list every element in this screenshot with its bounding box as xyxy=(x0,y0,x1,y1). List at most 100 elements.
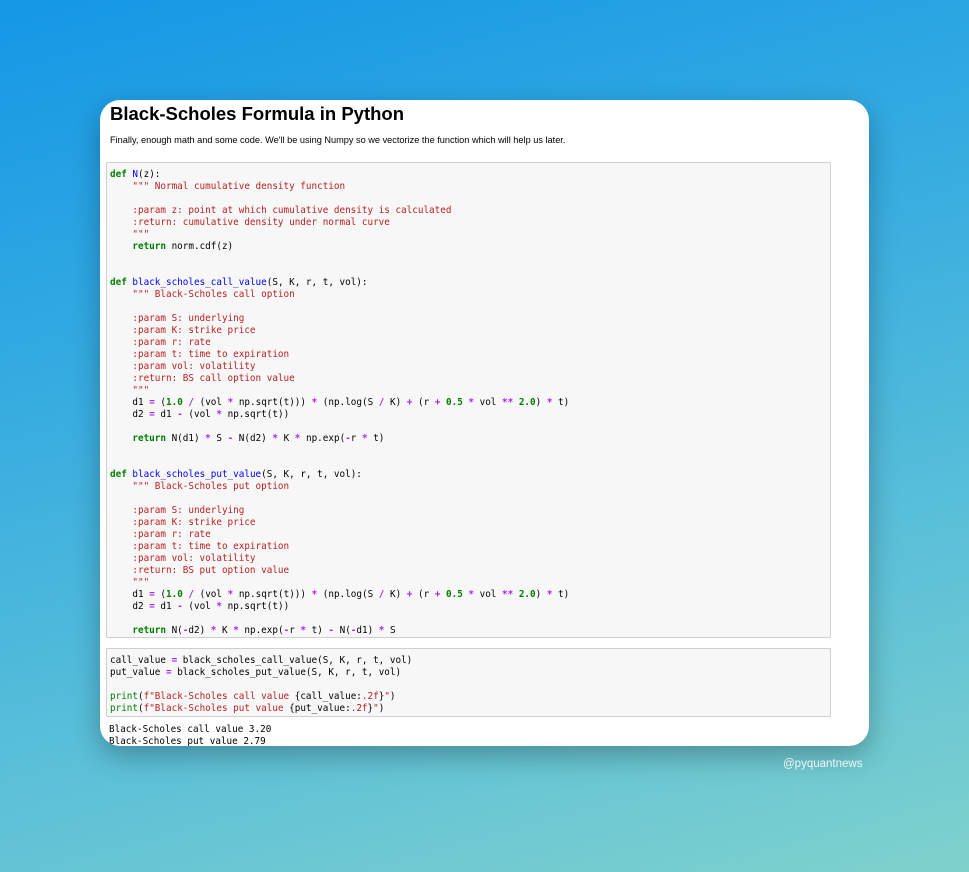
code-token: :param t: time to expiration xyxy=(132,541,290,552)
code-line: put_value = black_scholes_put_value(S, K… xyxy=(110,667,401,678)
code-token: ** xyxy=(502,589,514,600)
code-token: ) xyxy=(378,703,385,714)
page-title: Black-Scholes Formula in Python xyxy=(110,103,405,124)
code-token: d1 xyxy=(154,601,178,612)
code-token: :param z: point at which cumulative dens… xyxy=(132,205,452,216)
code-line: d2 = d1 - (vol * np.sqrt(t)) xyxy=(110,601,289,612)
code-token: :param vol: volatility xyxy=(132,361,256,372)
code-token: (np.log(S xyxy=(317,589,379,600)
code-line: :return: cumulative density under normal… xyxy=(110,217,390,228)
code-token: (S, K, r, t, vol): xyxy=(261,469,362,480)
code-token: print xyxy=(110,691,138,702)
code-token: np.exp( xyxy=(300,433,346,444)
code-token: ) xyxy=(535,589,547,600)
code-token: 0.5 xyxy=(446,397,463,408)
code-token: np.sqrt(t))) xyxy=(233,589,312,600)
code-line: def black_scholes_put_value(S, K, r, t, … xyxy=(110,469,362,480)
code-token: :return: cumulative density under normal… xyxy=(132,217,390,228)
code-token: (S, K, r, t, vol): xyxy=(266,277,368,288)
code-token: N( xyxy=(334,625,351,636)
code-line: call_value = black_scholes_call_value(S,… xyxy=(110,655,412,666)
code-line: """ xyxy=(110,385,149,396)
code-line: """ xyxy=(110,229,149,240)
code-token: def xyxy=(110,169,127,180)
code-cell-usage[interactable]: call_value = black_scholes_call_value(S,… xyxy=(106,648,831,717)
code-line: d2 = d1 - (vol * np.sqrt(t)) xyxy=(110,409,289,420)
output-line: Black-Scholes call value 3.20 xyxy=(109,724,272,735)
code-token: ) xyxy=(535,397,547,408)
watermark-handle: @pyquantnews xyxy=(783,758,863,770)
code-token: vol xyxy=(474,589,503,600)
code-token: S xyxy=(210,433,228,444)
code-line: :param z: point at which cumulative dens… xyxy=(110,205,451,216)
code-token: np.sqrt(t))) xyxy=(233,397,312,408)
code-line: print(f"Black-Scholes put value {put_val… xyxy=(110,703,384,714)
code-token: call_value xyxy=(110,655,172,666)
code-token: return xyxy=(132,625,166,636)
code-token: (np.log(S xyxy=(317,397,379,408)
code-token: (r xyxy=(412,397,435,408)
code-token: 1.0 xyxy=(166,589,183,600)
code-token: """ Normal cumulative density function xyxy=(132,181,346,192)
code-token: """ xyxy=(132,229,150,240)
code-token: def xyxy=(110,469,127,480)
code-token: r xyxy=(350,433,362,444)
code-token: np.exp( xyxy=(238,625,284,636)
code-token: r xyxy=(289,625,301,636)
code-token: return xyxy=(132,433,166,444)
code-line: """ Normal cumulative density function xyxy=(110,181,345,192)
code-line: return N(d1) * S - N(d2) * K * np.exp(-r… xyxy=(110,433,384,444)
code-token: N(d1) xyxy=(165,433,206,444)
code-token: t) xyxy=(552,589,570,600)
code-token: S xyxy=(384,625,396,636)
code-token: black_scholes_put_value xyxy=(132,469,262,480)
code-token: :return: BS put option value xyxy=(132,565,290,576)
code-token: (r xyxy=(412,589,435,600)
code-token: black_scholes_call_value(S, K, r, t, vol… xyxy=(177,655,413,666)
code-token: (z): xyxy=(138,169,161,180)
code-line: d1 = (1.0 / (vol * np.sqrt(t))) * (np.lo… xyxy=(110,397,569,408)
code-token: d2 xyxy=(110,409,150,420)
code-token: t) xyxy=(306,625,329,636)
code-token: N( xyxy=(165,625,183,636)
code-token: d2) xyxy=(188,625,211,636)
code-token: :param S: underlying xyxy=(132,505,245,516)
code-token: ** xyxy=(502,397,514,408)
code-token: black_scholes_put_value(S, K, r, t, vol) xyxy=(171,667,402,678)
code-token: N(d2) xyxy=(233,433,273,444)
cell-output: Black-Scholes call value 3.20 Black-Scho… xyxy=(106,720,271,746)
code-token: ) xyxy=(389,691,396,702)
code-line: return norm.cdf(z) xyxy=(110,241,233,252)
code-line: return N(-d2) * K * np.exp(-r * t) - N(-… xyxy=(110,625,396,636)
code-line: :param vol: volatility xyxy=(110,553,255,564)
code-token: :param r: rate xyxy=(132,337,211,348)
code-line: d1 = (1.0 / (vol * np.sqrt(t))) * (np.lo… xyxy=(110,589,569,600)
code-token: .2f xyxy=(361,691,379,702)
code-token: :param S: underlying xyxy=(132,313,245,324)
code-token: f"Black-Scholes put value xyxy=(143,703,290,714)
code-token: ( xyxy=(154,589,166,600)
code-token: (vol xyxy=(194,589,228,600)
code-token: return xyxy=(132,241,166,252)
code-token: vol xyxy=(474,397,503,408)
code-cell-functions[interactable]: def N(z): """ Normal cumulative density … xyxy=(106,162,831,638)
code-token: f"Black-Scholes call value xyxy=(143,691,295,702)
code-token: print xyxy=(110,703,138,714)
